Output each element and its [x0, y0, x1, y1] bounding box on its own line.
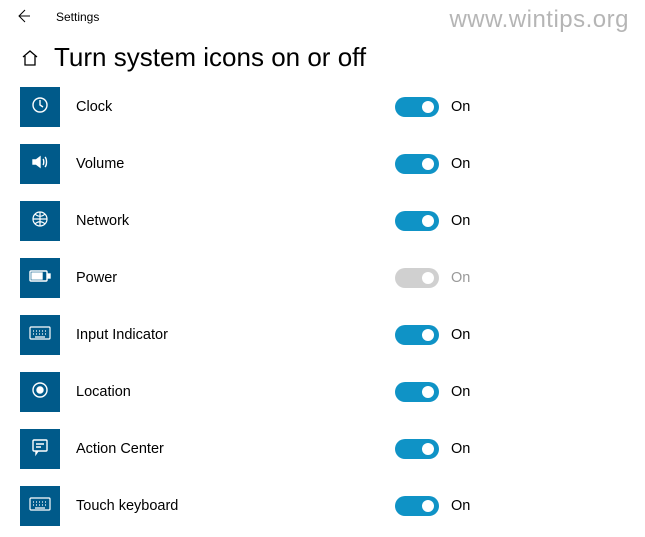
toggle-state-label: On	[451, 498, 470, 514]
toggle-group: On	[395, 496, 625, 516]
row-touch-keyboard: Touch keyboard On	[20, 486, 625, 526]
home-icon[interactable]	[20, 48, 40, 68]
icon-tile	[20, 429, 60, 469]
toggle-group: On	[395, 268, 625, 288]
toggle-group: On	[395, 97, 625, 117]
toggle-state-label: On	[451, 213, 470, 229]
touch-keyboard-icon	[29, 497, 51, 516]
network-icon	[30, 209, 50, 234]
row-label: Input Indicator	[60, 327, 395, 343]
row-label: Touch keyboard	[60, 498, 395, 514]
icon-tile	[20, 144, 60, 184]
toggle-group: On	[395, 325, 625, 345]
keyboard-icon	[29, 326, 51, 345]
back-arrow-icon	[15, 8, 31, 27]
action-center-icon	[30, 437, 50, 462]
row-power: Power On	[20, 258, 625, 298]
toggle-network[interactable]	[395, 211, 439, 231]
icon-tile	[20, 372, 60, 412]
row-label: Location	[60, 384, 395, 400]
toggle-group: On	[395, 154, 625, 174]
row-label: Volume	[60, 156, 395, 172]
row-label: Action Center	[60, 441, 395, 457]
icon-tile	[20, 201, 60, 241]
icon-tile	[20, 258, 60, 298]
row-label: Clock	[60, 99, 395, 115]
page-header: Turn system icons on or off	[0, 34, 645, 87]
toggle-group: On	[395, 382, 625, 402]
row-input-indicator: Input Indicator On	[20, 315, 625, 355]
system-icons-list: Clock On Volume On Network On	[0, 87, 645, 526]
row-location: Location On	[20, 372, 625, 412]
row-clock: Clock On	[20, 87, 625, 127]
toggle-group: On	[395, 211, 625, 231]
toggle-state-label: On	[451, 441, 470, 457]
window-title: Settings	[56, 10, 99, 24]
icon-tile	[20, 486, 60, 526]
toggle-action-center[interactable]	[395, 439, 439, 459]
row-action-center: Action Center On	[20, 429, 625, 469]
toggle-location[interactable]	[395, 382, 439, 402]
toggle-state-label: On	[451, 384, 470, 400]
toggle-state-label: On	[451, 270, 470, 286]
volume-icon	[30, 152, 50, 177]
icon-tile	[20, 87, 60, 127]
row-label: Network	[60, 213, 395, 229]
clock-icon	[30, 95, 50, 120]
title-bar: Settings	[0, 0, 645, 34]
toggle-state-label: On	[451, 327, 470, 343]
row-label: Power	[60, 270, 395, 286]
back-button[interactable]	[8, 2, 38, 32]
toggle-input-indicator[interactable]	[395, 325, 439, 345]
toggle-power	[395, 268, 439, 288]
power-icon	[29, 269, 51, 288]
toggle-volume[interactable]	[395, 154, 439, 174]
toggle-state-label: On	[451, 156, 470, 172]
row-network: Network On	[20, 201, 625, 241]
toggle-clock[interactable]	[395, 97, 439, 117]
icon-tile	[20, 315, 60, 355]
toggle-touch-keyboard[interactable]	[395, 496, 439, 516]
row-volume: Volume On	[20, 144, 625, 184]
toggle-state-label: On	[451, 99, 470, 115]
page-title: Turn system icons on or off	[54, 42, 366, 73]
toggle-group: On	[395, 439, 625, 459]
location-icon	[30, 380, 50, 405]
